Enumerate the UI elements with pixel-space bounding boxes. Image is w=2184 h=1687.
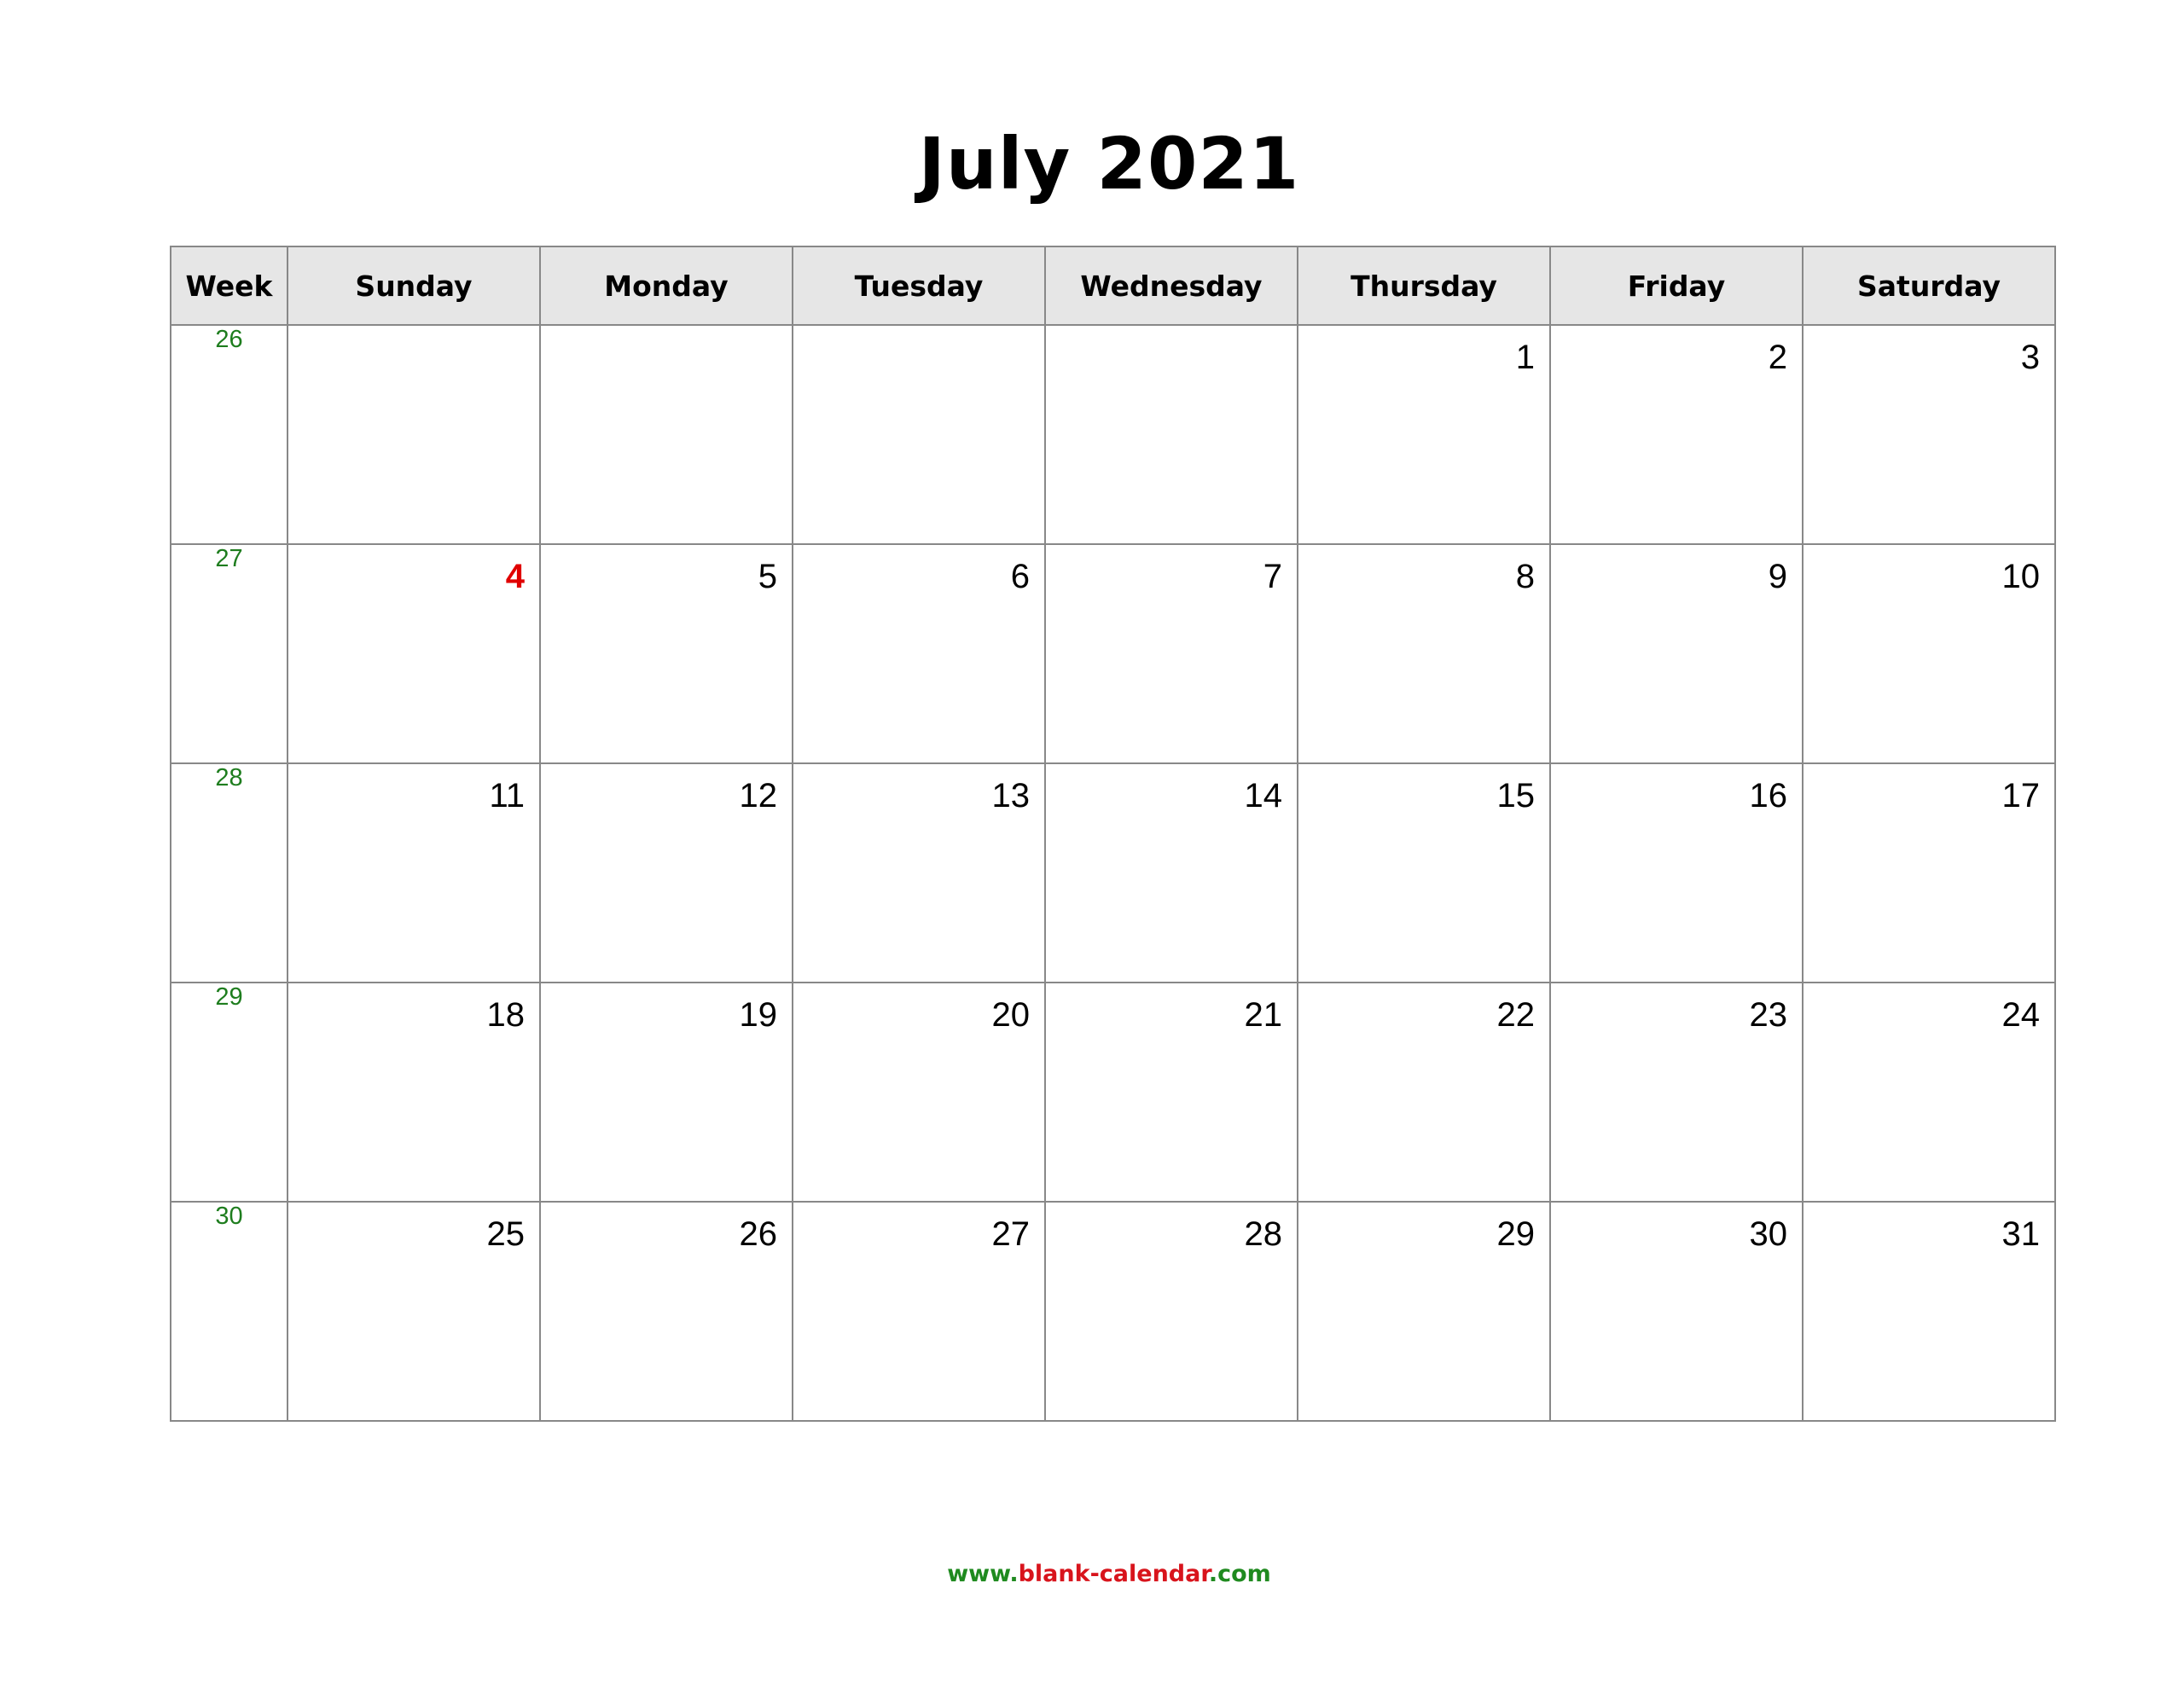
- day-cell-saturday[interactable]: 10: [1802, 543, 2056, 764]
- day-number: 7: [1263, 558, 1282, 595]
- week-number: 27: [170, 543, 288, 764]
- day-cell-tuesday[interactable]: 6: [792, 543, 1046, 764]
- day-number: 11: [489, 777, 525, 815]
- day-cell-saturday[interactable]: 31: [1802, 1201, 2056, 1422]
- day-number: 24: [2001, 996, 2041, 1034]
- weekday-header-tuesday: Tuesday: [792, 246, 1046, 326]
- day-cell-friday[interactable]: 9: [1549, 543, 1804, 764]
- day-number: 19: [739, 996, 778, 1034]
- day-number: 28: [1244, 1215, 1283, 1253]
- day-cell-thursday[interactable]: 22: [1297, 982, 1551, 1203]
- footer-website[interactable]: www.blank-calendar.com: [0, 1561, 2184, 1587]
- day-cell-wednesday[interactable]: 21: [1044, 982, 1298, 1203]
- day-cell-friday[interactable]: 16: [1549, 762, 1804, 983]
- day-cell-thursday[interactable]: 15: [1297, 762, 1551, 983]
- day-cell-friday[interactable]: 2: [1549, 324, 1804, 545]
- week-row: 27 4 5 6 7 8 9 10: [170, 543, 2056, 764]
- calendar-body: 26 1 2 3 27 4 5 6 7 8 9 10 28 11 12 13 14 15 16 17 29 18 19 20 2…: [170, 324, 2056, 1422]
- day-cell-thursday[interactable]: 1: [1297, 324, 1551, 545]
- day-number: 27: [991, 1215, 1031, 1253]
- week-column-header: Week: [170, 246, 288, 326]
- weekday-header-saturday: Saturday: [1802, 246, 2056, 326]
- footer-domain: blank-calendar: [1018, 1561, 1209, 1587]
- week-row: 26 1 2 3: [170, 324, 2056, 545]
- week-row: 28 11 12 13 14 15 16 17: [170, 762, 2056, 983]
- week-row: 29 18 19 20 21 22 23 24: [170, 982, 2056, 1203]
- weekday-header-monday: Monday: [539, 246, 793, 326]
- day-cell-saturday[interactable]: 17: [1802, 762, 2056, 983]
- week-number: 30: [170, 1201, 288, 1422]
- day-number: 30: [1749, 1215, 1788, 1253]
- day-number: 18: [486, 996, 526, 1034]
- day-cell-thursday[interactable]: 8: [1297, 543, 1551, 764]
- day-number: 16: [1749, 777, 1788, 815]
- weekday-header-friday: Friday: [1549, 246, 1804, 326]
- day-cell-wednesday[interactable]: [1044, 324, 1298, 545]
- day-number: 6: [1010, 558, 1030, 595]
- weekday-header-thursday: Thursday: [1297, 246, 1551, 326]
- day-cell-friday[interactable]: 23: [1549, 982, 1804, 1203]
- day-number: 29: [1496, 1215, 1536, 1253]
- day-cell-tuesday[interactable]: 20: [792, 982, 1046, 1203]
- day-cell-sunday[interactable]: 4: [287, 543, 541, 764]
- day-number: 15: [1496, 777, 1536, 815]
- day-cell-saturday[interactable]: 24: [1802, 982, 2056, 1203]
- weekday-header-row: Week Sunday Monday Tuesday Wednesday Thu…: [170, 246, 2056, 326]
- day-number: 31: [2001, 1215, 2041, 1253]
- day-cell-friday[interactable]: 30: [1549, 1201, 1804, 1422]
- day-cell-saturday[interactable]: 3: [1802, 324, 2056, 545]
- holiday-day-number: 4: [505, 558, 525, 595]
- day-number: 17: [2001, 777, 2041, 815]
- day-number: 2: [1768, 339, 1787, 376]
- day-cell-sunday[interactable]: 25: [287, 1201, 541, 1422]
- calendar-grid: Week Sunday Monday Tuesday Wednesday Thu…: [170, 246, 2056, 1422]
- day-cell-thursday[interactable]: 29: [1297, 1201, 1551, 1422]
- day-number: 23: [1749, 996, 1788, 1034]
- day-number: 3: [2020, 339, 2040, 376]
- day-number: 22: [1496, 996, 1536, 1034]
- day-number: 9: [1768, 558, 1787, 595]
- day-number: 14: [1244, 777, 1283, 815]
- day-number: [288, 326, 539, 338]
- day-cell-wednesday[interactable]: 14: [1044, 762, 1298, 983]
- day-cell-wednesday[interactable]: 7: [1044, 543, 1298, 764]
- day-number: 10: [2001, 558, 2041, 595]
- day-number: 20: [991, 996, 1031, 1034]
- weekday-header-sunday: Sunday: [287, 246, 541, 326]
- day-number: 21: [1244, 996, 1283, 1034]
- day-number: 26: [739, 1215, 778, 1253]
- day-cell-monday[interactable]: 26: [539, 1201, 793, 1422]
- day-cell-tuesday[interactable]: [792, 324, 1046, 545]
- day-cell-wednesday[interactable]: 28: [1044, 1201, 1298, 1422]
- day-number: [793, 326, 1044, 338]
- day-number: 5: [758, 558, 777, 595]
- day-number: 8: [1515, 558, 1535, 595]
- weekday-header-wednesday: Wednesday: [1044, 246, 1298, 326]
- day-number: 13: [991, 777, 1031, 815]
- day-number: 25: [486, 1215, 526, 1253]
- week-number: 29: [170, 982, 288, 1203]
- day-cell-sunday[interactable]: 11: [287, 762, 541, 983]
- week-number: 26: [170, 324, 288, 545]
- day-cell-sunday[interactable]: [287, 324, 541, 545]
- week-row: 30 25 26 27 28 29 30 31: [170, 1201, 2056, 1422]
- day-number: 12: [739, 777, 778, 815]
- calendar-title: July 2021: [918, 122, 1300, 206]
- week-number: 28: [170, 762, 288, 983]
- day-number: [541, 326, 792, 338]
- footer-prefix: www.: [947, 1561, 1019, 1587]
- day-cell-tuesday[interactable]: 13: [792, 762, 1046, 983]
- day-cell-sunday[interactable]: 18: [287, 982, 541, 1203]
- day-cell-monday[interactable]: 19: [539, 982, 793, 1203]
- footer-suffix: .com: [1208, 1561, 1271, 1587]
- day-cell-monday[interactable]: 12: [539, 762, 793, 983]
- day-number: 1: [1515, 339, 1535, 376]
- day-cell-tuesday[interactable]: 27: [792, 1201, 1046, 1422]
- day-cell-monday[interactable]: [539, 324, 793, 545]
- day-cell-monday[interactable]: 5: [539, 543, 793, 764]
- day-number: [1046, 326, 1297, 338]
